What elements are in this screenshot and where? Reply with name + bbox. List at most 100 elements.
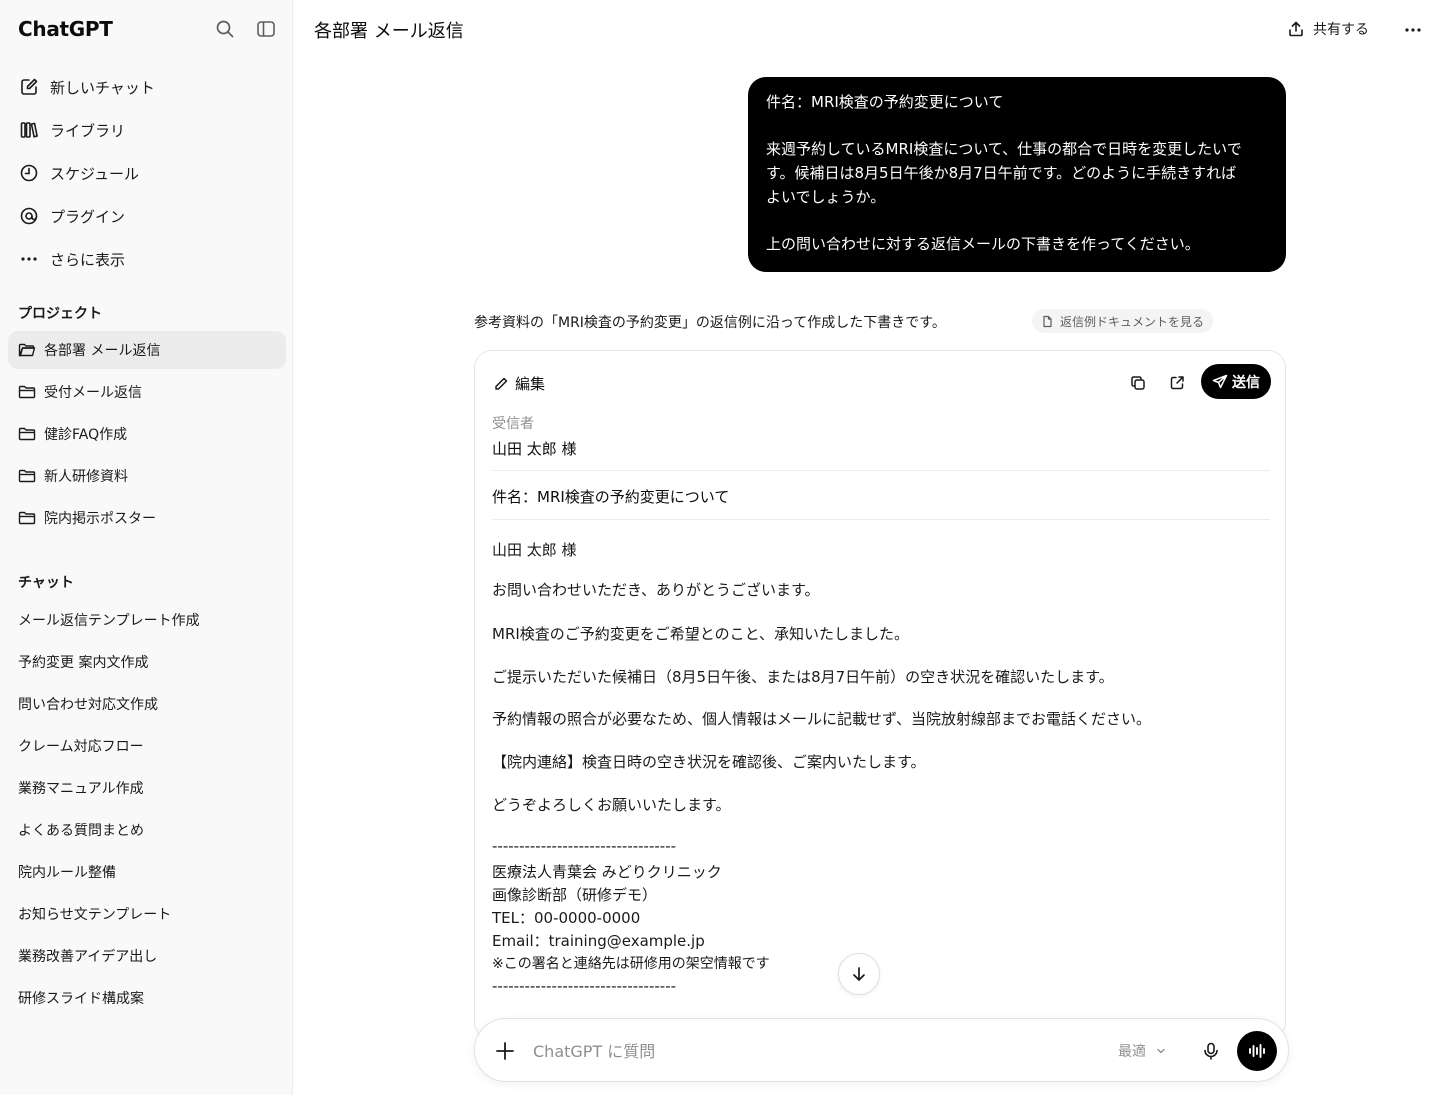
chat-history-item[interactable]: 研修スライド構成案 — [18, 988, 144, 1008]
document-icon — [1043, 315, 1052, 327]
brand-logo[interactable]: ChatGPT — [18, 17, 113, 41]
chat-history-item[interactable]: メール返信テンプレート作成 — [18, 610, 200, 630]
chat-history-item[interactable]: 院内ルール整備 — [18, 862, 116, 882]
sidebar-item-schedule[interactable]: スケジュール — [18, 157, 139, 189]
more-options-icon[interactable] — [1401, 18, 1425, 42]
plugin-icon — [18, 205, 40, 227]
sidebar-item-new-chat[interactable]: 新しいチャット — [18, 71, 155, 103]
share-icon — [1289, 21, 1303, 37]
project-item-training[interactable]: 新人研修資料 — [8, 457, 286, 495]
project-item-label: 新人研修資料 — [44, 469, 128, 485]
email-body-line: 山田 太郎 様 — [492, 541, 577, 559]
signature-line: 画像診断部（研修デモ） — [492, 886, 658, 904]
divider — [492, 519, 1270, 520]
copy-icon[interactable] — [1126, 371, 1150, 395]
chevron-down-icon — [1157, 1048, 1165, 1054]
voice-waveform-icon — [1249, 1044, 1265, 1058]
share-label: 共有する — [1313, 22, 1369, 38]
email-body-line: ご提示いただいた候補日（8月5日午後、または8月7日午前）の空き状況を確認いたし… — [492, 668, 1114, 686]
chat-history-item[interactable]: お知らせ文テンプレート — [18, 904, 171, 924]
email-draft-card: 編集 送信 受信者 山田 太郎 様 件名：MRI検査の予約変更について 山田 太… — [474, 350, 1286, 1040]
more-dots-icon — [18, 248, 40, 270]
project-item-label: 健診FAQ作成 — [44, 427, 128, 443]
folder-icon — [18, 467, 36, 485]
doc-chip-label: 返信例ドキュメントを見る — [1060, 314, 1205, 329]
microphone-icon[interactable] — [1198, 1038, 1224, 1064]
edit-button[interactable]: 編集 — [493, 373, 545, 394]
model-selector[interactable]: 最適 — [1118, 1041, 1166, 1061]
sidebar-item-label: さらに表示 — [50, 250, 126, 269]
chat-history-item[interactable]: 問い合わせ対応文作成 — [18, 694, 158, 714]
sidebar-item-label: プラグイン — [50, 207, 126, 226]
project-item-label: 院内掲示ポスター — [44, 511, 156, 527]
sidebar-item-more[interactable]: さらに表示 — [18, 243, 125, 275]
divider — [492, 470, 1270, 471]
arrow-down-icon — [853, 967, 865, 981]
sidebar-toggle-icon[interactable] — [254, 17, 278, 41]
email-body-line: MRI検査のご予約変更をご希望とのこと、承知いたしました。 — [492, 625, 910, 643]
voice-mode-button[interactable] — [1237, 1031, 1277, 1071]
signature-note: ※この署名と連絡先は研修用の架空情報です — [492, 956, 770, 972]
signature-line: TEL：00-0000-0000 — [492, 909, 641, 927]
chat-history-item[interactable]: よくある質問まとめ — [18, 820, 144, 840]
user-message-bubble: 件名：MRI検査の予約変更について 来週予約しているMRI検査について、仕事の都… — [748, 77, 1286, 272]
project-item-poster[interactable]: 院内掲示ポスター — [8, 499, 286, 537]
user-message-request: 上の問い合わせに対する返信メールの下書きを作ってください。 — [766, 235, 1200, 253]
folder-icon — [18, 383, 36, 401]
open-external-icon[interactable] — [1165, 371, 1189, 395]
model-label: 最適 — [1118, 1044, 1146, 1060]
project-item-faq[interactable]: 健診FAQ作成 — [8, 415, 286, 453]
sidebar-item-label: ライブラリ — [50, 121, 126, 140]
conversation-title[interactable]: 各部署 メール返信 — [314, 17, 464, 43]
library-icon — [18, 119, 40, 141]
project-item-label: 受付メール返信 — [44, 385, 142, 401]
chat-history-item[interactable]: 業務マニュアル作成 — [18, 778, 144, 798]
signature-line: Email：training@example.jp — [492, 932, 705, 950]
project-item-reception-email[interactable]: 受付メール返信 — [8, 373, 286, 411]
email-body-line: どうぞよろしくお願いいたします。 — [492, 796, 731, 814]
project-item-label: 各部署 メール返信 — [44, 343, 161, 359]
topbar: 各部署 メール返信 共有する — [293, 0, 1437, 58]
send-email-button[interactable]: 送信 — [1201, 364, 1271, 399]
folder-open-icon — [18, 341, 36, 359]
email-body-line: 予約情報の照合が必要なため、個人情報はメールに記載せず、当院放射線部までお電話く… — [492, 710, 1151, 728]
search-icon[interactable] — [213, 17, 237, 41]
signature-line: 医療法人青葉会 みどりクリニック — [492, 863, 722, 881]
folder-icon — [18, 425, 36, 443]
paper-plane-icon — [1212, 374, 1228, 388]
sidebar-item-library[interactable]: ライブラリ — [18, 114, 125, 146]
sidebar-item-plugins[interactable]: プラグイン — [18, 200, 125, 232]
email-body-line: お問い合わせいただき、ありがとうございます。 — [492, 581, 820, 599]
scroll-to-bottom-button[interactable] — [838, 953, 880, 995]
prompt-input[interactable] — [533, 1037, 1053, 1065]
new-chat-icon — [18, 76, 40, 98]
assistant-intro-text: 参考資料の「MRI検査の予約変更」の返信例に沿って作成した下書きです。 — [474, 315, 946, 331]
email-body-line: 【院内連絡】検査日時の空き状況を確認後、ご案内いたします。 — [492, 753, 926, 771]
email-subject[interactable]: 件名：MRI検査の予約変更について — [492, 486, 729, 507]
project-item-dept-email[interactable]: 各部署 メール返信 — [8, 331, 286, 369]
sidebar: ChatGPT 新しいチャット ライブラリ スケジュール プラグイン さらに表示… — [0, 0, 293, 1095]
recipient-label: 受信者 — [492, 416, 534, 432]
recipient-value[interactable]: 山田 太郎 様 — [492, 438, 577, 459]
clock-icon — [18, 162, 40, 184]
chat-history-item[interactable]: クレーム対応フロー — [18, 736, 144, 756]
signature-separator: ---------------------------------- — [492, 837, 677, 855]
user-message-line: す。候補日は8月5日午後か8月7日午前です。どのように手続きすれば — [766, 164, 1237, 182]
edit-label: 編集 — [515, 375, 546, 393]
folder-icon — [18, 509, 36, 527]
user-message-line: よいでしょうか。 — [766, 188, 886, 206]
share-button[interactable]: 共有する — [1287, 19, 1369, 39]
pencil-icon — [495, 377, 508, 390]
projects-heading: プロジェクト — [18, 306, 102, 322]
signature-separator: ---------------------------------- — [492, 977, 677, 995]
chat-history-item[interactable]: 予約変更 案内文作成 — [18, 652, 148, 672]
chats-heading: チャット — [18, 575, 74, 591]
conversation-main: 各部署 メール返信 共有する 件名：MRI検査の予約変更について 来週予約してい… — [293, 0, 1437, 1095]
sidebar-item-label: 新しいチャット — [50, 78, 155, 97]
plus-icon[interactable] — [493, 1039, 517, 1063]
send-label: 送信 — [1232, 374, 1260, 391]
user-message-line: 来週予約しているMRI検査について、仕事の都合で日時を変更したいで — [766, 140, 1242, 158]
user-message-subject: 件名：MRI検査の予約変更について — [766, 93, 1004, 111]
chat-history-item[interactable]: 業務改善アイデア出し — [18, 946, 157, 966]
reference-doc-chip[interactable]: 返信例ドキュメントを見る — [1032, 309, 1214, 333]
